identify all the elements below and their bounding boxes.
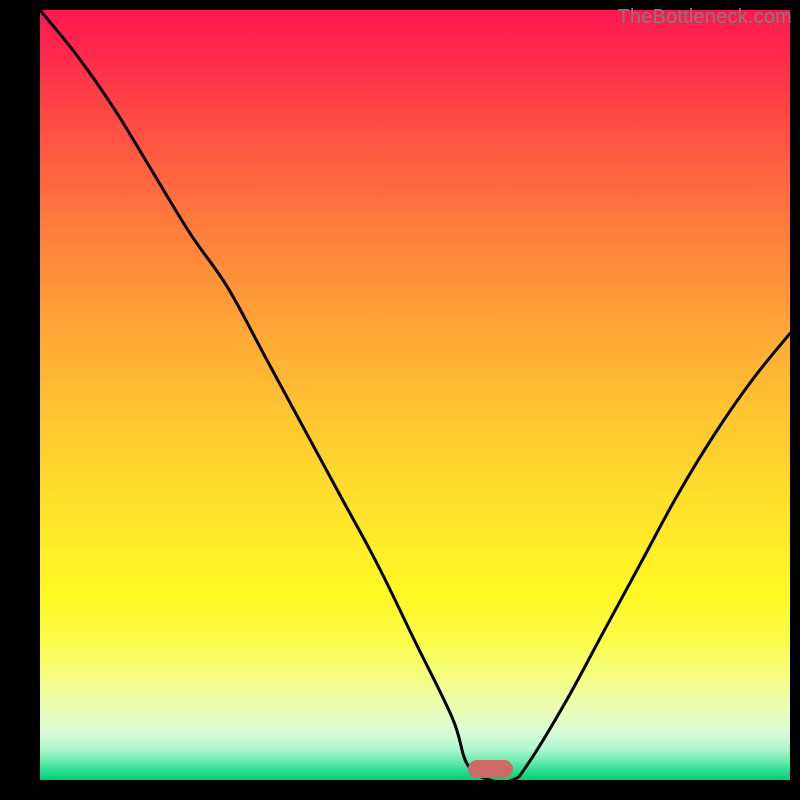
- watermark-text: TheBottleneck.com: [617, 6, 792, 29]
- curve-svg: [40, 10, 790, 780]
- plot-area: [40, 10, 790, 780]
- optimal-marker: [468, 760, 513, 778]
- chart-frame: TheBottleneck.com: [0, 0, 800, 800]
- bottleneck-curve: [40, 10, 790, 780]
